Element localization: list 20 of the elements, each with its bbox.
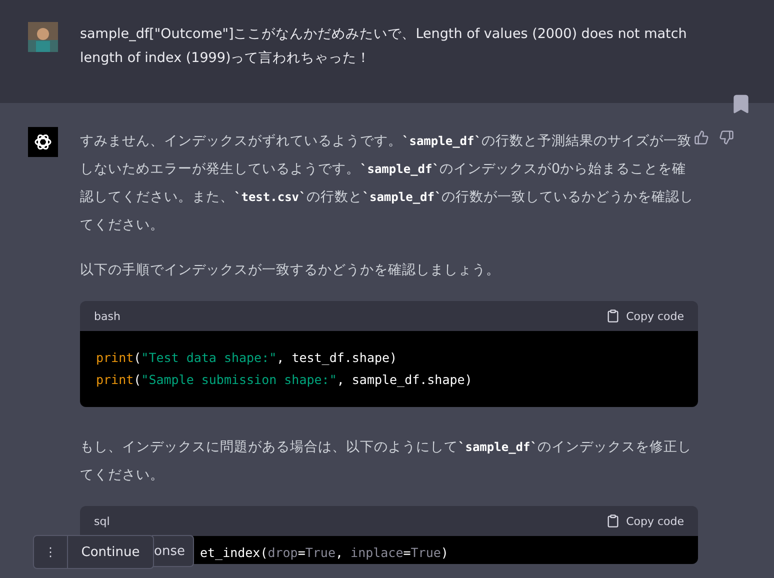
regenerate-button[interactable]: onse xyxy=(152,535,194,567)
code-line: print("Test data shape:", test_df.shape) xyxy=(96,349,398,367)
assistant-logo-icon xyxy=(28,127,58,157)
user-message: sample_df["Outcome"]ここがなんかだめみたいで、Length of values (2000) does not match length of index (1999)って言われちゃった！ xyxy=(80,25,688,68)
message-paragraph: 以下の手順でインデックスが一致するかどうかを確認しましょう。 xyxy=(80,261,501,280)
user-avatar xyxy=(28,22,58,52)
menu-button[interactable]: ⋮ xyxy=(34,536,68,568)
message-paragraph: もし、インデックスに問題がある場合は、以下のようにして`sample_df`のインデックスを修正してください。 xyxy=(80,438,692,485)
thumbs-down-icon[interactable] xyxy=(719,130,734,145)
copy-code-button[interactable]: Copy code xyxy=(606,514,684,528)
clipboard-icon xyxy=(606,514,620,528)
continue-button[interactable]: Continue xyxy=(68,536,153,568)
clipboard-icon xyxy=(606,309,620,323)
message-paragraph: すみません、インデックスがずれているようです。`sample_df`の行数と予測結果のサイズが一致しないためエラーが発生しているようです。`sample_df`のインデックスが0から始まることを確認してください。また、`test.csv`の行数と`sample_df`の行数が一致しているかどうかを確認してください。 xyxy=(80,132,695,235)
code-line: et_index(drop=True, inplace=True) xyxy=(200,544,450,562)
code-language-label: bash xyxy=(94,310,120,322)
copy-code-button[interactable]: Copy code xyxy=(606,309,684,323)
code-language-label: sql xyxy=(94,514,110,528)
thumbs-up-icon[interactable] xyxy=(694,130,709,145)
code-line: print("Sample submission shape:", sample_df.shape) xyxy=(96,371,474,389)
